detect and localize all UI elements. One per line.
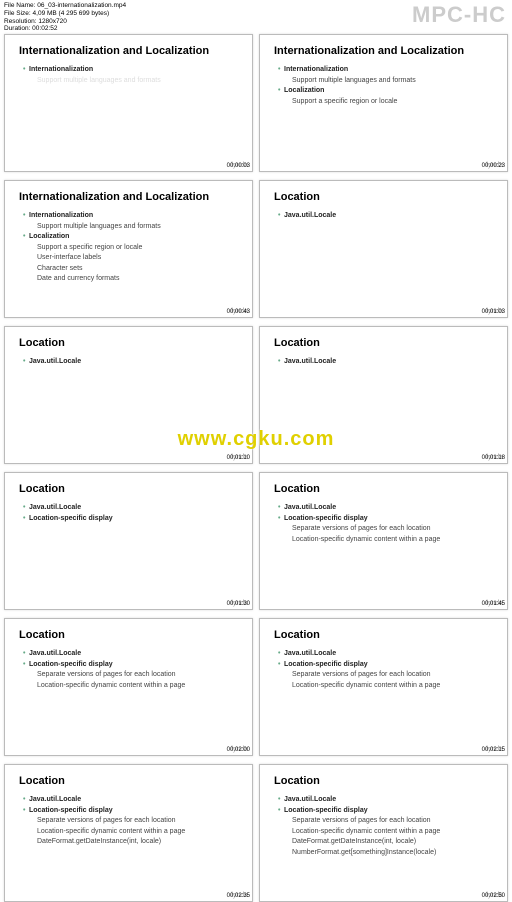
bullet-item: Support multiple languages and formats [278,76,495,87]
bullet-item: Support a specific region or locale [278,97,495,108]
bullet-item: Java.util.Locale [23,503,240,514]
bullet-item: Separate versions of pages for each loca… [23,816,240,827]
slide-timestamp: 00:01:45 [482,601,505,607]
bullet-item: Location-specific dynamic content within… [23,681,240,692]
slide-timestamp: 00:00:43 [227,309,250,315]
meta-filesize: File Size: 4,09 MB (4 295 699 bytes) [4,10,126,18]
bullet-item: DateFormat.getDateInstance(int, locale) [278,837,495,848]
meta-duration: Duration: 00:02:52 [4,25,126,33]
thumbnail[interactable]: LocationJava.util.LocaleLocation-specifi… [4,764,253,902]
slide-timestamp: 00:02:50 [482,893,505,899]
bullet-item: Java.util.Locale [278,503,495,514]
slide-title: Location [274,191,495,203]
bullet-item: NumberFormat.get[something]Instance(loca… [278,848,495,859]
slide-title: Location [19,337,240,349]
bullet-list: Java.util.Locale [274,357,495,368]
thumbnail[interactable]: LocationJava.util.Localelynda00:01:03 [259,180,508,318]
bullet-item: Date and currency formats [23,274,240,285]
file-meta: File Name: 06_03-internationalization.mp… [4,2,126,33]
bullet-item: Location-specific dynamic content within… [278,681,495,692]
bullet-item: Java.util.Locale [278,795,495,806]
slide-timestamp: 00:01:03 [482,309,505,315]
thumbnail[interactable]: LocationJava.util.LocaleLocation-specifi… [4,618,253,756]
slide-title: Location [274,775,495,787]
slide-timestamp: 00:01:18 [482,455,505,461]
bullet-item: Location-specific display [23,806,240,817]
bullet-item: Location-specific display [278,660,495,671]
bullet-item: Java.util.Locale [278,211,495,222]
slide-title: Location [274,337,495,349]
slide-timestamp: 00:00:23 [482,163,505,169]
thumbnail[interactable]: LocationJava.util.LocaleLocation-specifi… [259,618,508,756]
bullet-list: Java.util.LocaleLocation-specific displa… [19,503,240,524]
meta-resolution: Resolution: 1280x720 [4,18,126,26]
bullet-list: Java.util.Locale [274,211,495,222]
bullet-item: Separate versions of pages for each loca… [278,524,495,535]
bullet-item: Java.util.Locale [23,649,240,660]
thumbnail[interactable]: Internationalization and Localization Int… [4,34,253,172]
bullet-item: Internationalization [23,65,240,76]
bullet-item: Support multiple languages and formats [23,76,240,87]
bullet-item: Character sets [23,264,240,275]
bullet-list: Java.util.LocaleLocation-specific displa… [19,795,240,848]
slide-title: Location [274,483,495,495]
thumbnail[interactable]: LocationJava.util.LocaleLocation-specifi… [259,764,508,902]
bullet-item: Java.util.Locale [23,357,240,368]
bullet-item: DateFormat.getDateInstance(int, locale) [23,837,240,848]
bullet-item: Localization [23,232,240,243]
app-title: MPC-HC [412,2,506,28]
bullet-item: Separate versions of pages for each loca… [278,670,495,681]
meta-filename: File Name: 06_03-internationalization.mp… [4,2,126,10]
slide-timestamp: 00:02:00 [227,747,250,753]
slide-timestamp: 00:02:15 [482,747,505,753]
thumbnail[interactable]: Internationalization and Localization Int… [259,34,508,172]
bullet-item: Java.util.Locale [23,795,240,806]
slide-title: Location [274,629,495,641]
slide-title: Internationalization and Localization [19,45,240,57]
slide-timestamp: 00:01:30 [227,601,250,607]
bullet-list: InternationalizationSupport multiple lan… [19,211,240,285]
bullet-item: Location-specific display [278,806,495,817]
bullet-item: Internationalization [23,211,240,222]
thumbnail[interactable]: Location Java.util.LocaleLocation-specifi… [4,472,253,610]
slide-title: Location [19,483,240,495]
slide-title: Internationalization and Localization [274,45,495,57]
thumbnail[interactable]: Internationalization and Localization Int… [4,180,253,318]
slide-timestamp: 00:00:03 [227,163,250,169]
bullet-list: InternationalizationSupport multiple lan… [274,65,495,107]
bullet-item: Support a specific region or locale [23,243,240,254]
bullet-item: Location-specific display [23,660,240,671]
bullet-item: Localization [278,86,495,97]
bullet-list: Java.util.LocaleLocation-specific displa… [19,649,240,691]
slide-title: Location [19,775,240,787]
bullet-item: User-interface labels [23,253,240,264]
bullet-item: Java.util.Locale [278,649,495,660]
thumbnail[interactable]: LocationJava.util.LocaleLocation-specifi… [259,472,508,610]
slide-title: Location [19,629,240,641]
slide-title: Internationalization and Localization [19,191,240,203]
bullet-list: Java.util.Locale [19,357,240,368]
bullet-item: Separate versions of pages for each loca… [23,670,240,681]
bullet-item: Support multiple languages and formats [23,222,240,233]
bullet-list: InternationalizationSupport multiple lan… [19,65,240,86]
bullet-list: Java.util.LocaleLocation-specific displa… [274,795,495,858]
bullet-list: Java.util.LocaleLocation-specific displa… [274,649,495,691]
bullet-item: Java.util.Locale [278,357,495,368]
bullet-item: Location-specific display [23,514,240,525]
bullet-item: Location-specific dynamic content within… [278,827,495,838]
thumbnail-grid: Internationalization and Localization Int… [4,34,508,902]
overlay-watermark: www.cgku.com [0,428,512,451]
bullet-list: Java.util.LocaleLocation-specific displa… [274,503,495,545]
bullet-item: Location-specific display [278,514,495,525]
bullet-item: Internationalization [278,65,495,76]
slide-timestamp: 00:01:10 [227,455,250,461]
bullet-item: Location-specific dynamic content within… [278,535,495,546]
bullet-item: Separate versions of pages for each loca… [278,816,495,827]
bullet-item: Location-specific dynamic content within… [23,827,240,838]
slide-timestamp: 00:02:35 [227,893,250,899]
